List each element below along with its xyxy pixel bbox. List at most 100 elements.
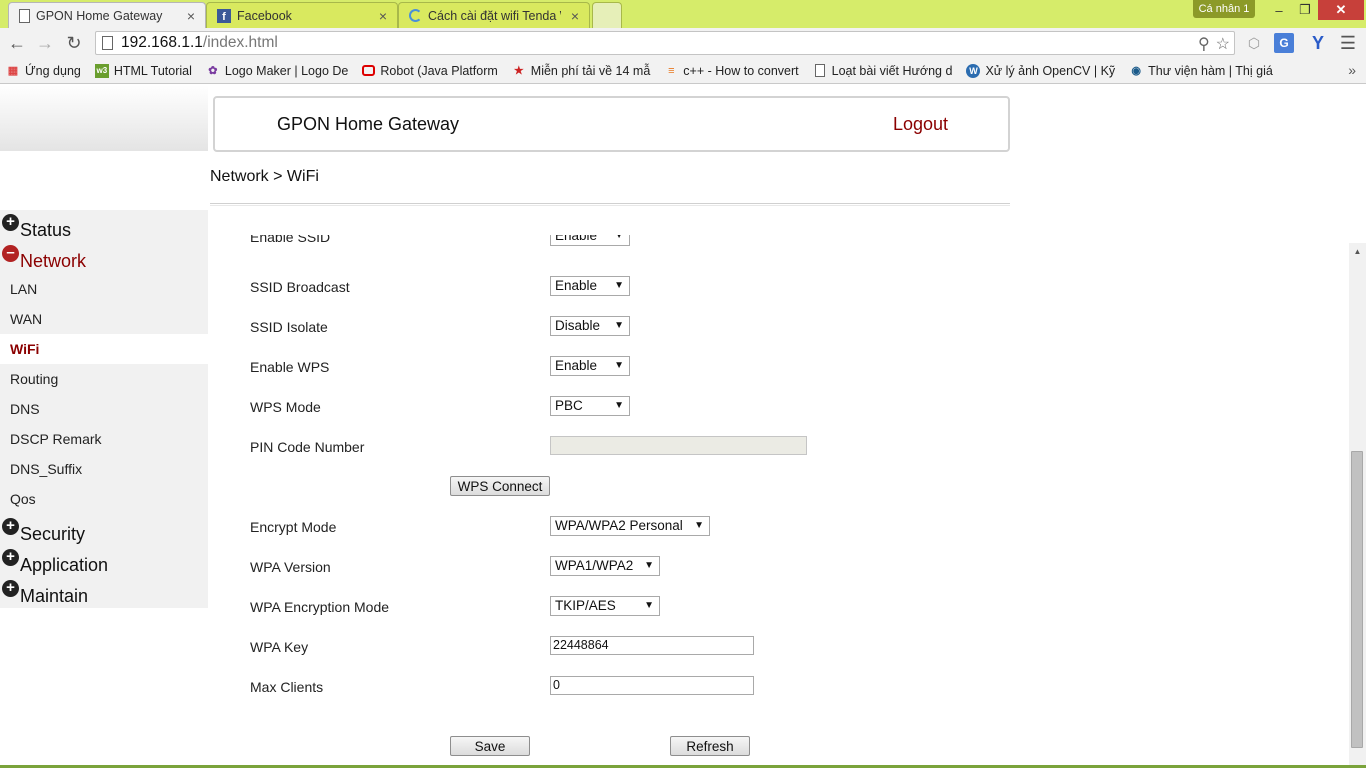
bookmark-star-icon[interactable]: ☆: [1216, 34, 1230, 54]
url-path: /index.html: [202, 34, 278, 51]
sidebar-item-maintain[interactable]: + Maintain: [0, 576, 208, 607]
tab-gpon[interactable]: GPON Home Gateway ×: [8, 2, 206, 28]
field-label: Max Clients: [250, 679, 324, 695]
plus-circle-icon: +: [2, 214, 19, 231]
close-icon[interactable]: ×: [187, 8, 195, 24]
scrollbar-thumb[interactable]: [1351, 451, 1363, 748]
refresh-button[interactable]: Refresh: [670, 736, 750, 756]
bookmark-html-tutorial[interactable]: w3 HTML Tutorial: [94, 63, 192, 78]
browser-toolbar: ← → ↻ 192.168.1.1/index.html ⚲ ☆ ⬡ G Y ☰: [0, 28, 1366, 58]
select-value: WPA1/WPA2: [555, 558, 634, 573]
plus-circle-icon: +: [2, 580, 19, 597]
bookmark-label: Xử lý ảnh OpenCV | Kỹ: [985, 63, 1116, 78]
sidebar-item-wifi[interactable]: WiFi: [0, 334, 208, 364]
form-row-wpa-key: WPA Key 22448864: [210, 636, 1010, 660]
pin-code-input[interactable]: [550, 436, 807, 455]
bookmark-label: Miễn phí tải về 14 mẫ: [530, 63, 651, 78]
sidebar-item-label: Network: [20, 251, 87, 271]
sidebar-item-dns[interactable]: DNS: [0, 394, 208, 424]
sidebar-item-label: Security: [20, 524, 86, 544]
apps-grid-icon: ▦: [7, 65, 19, 77]
close-icon[interactable]: ×: [571, 8, 579, 24]
enable-ssid-select[interactable]: Enable ▼: [550, 235, 630, 246]
field-label: Enable SSID: [250, 235, 331, 245]
tab-facebook[interactable]: f Facebook ×: [206, 2, 398, 28]
tab-title: Facebook: [237, 8, 292, 23]
dropdown-arrow-icon: ▼: [614, 280, 624, 291]
close-icon[interactable]: ×: [379, 8, 387, 24]
reload-icon[interactable]: ↻: [63, 32, 85, 54]
field-label: WPA Version: [250, 559, 331, 575]
logo-maker-icon: ✿: [208, 65, 218, 77]
select-value: PBC: [555, 398, 583, 413]
bookmark-loat-bai[interactable]: Loạt bài viết Hướng d: [813, 64, 952, 78]
sidebar-item-wan[interactable]: WAN: [0, 304, 208, 334]
bookmark-thu-vien[interactable]: ◉ Thư viện hàm | Thị giá: [1129, 64, 1272, 78]
bookmark-label: HTML Tutorial: [113, 63, 192, 78]
wps-mode-select[interactable]: PBC ▼: [550, 396, 630, 416]
encrypt-mode-select[interactable]: WPA/WPA2 Personal ▼: [550, 516, 710, 536]
select-value: Enable: [555, 358, 598, 373]
sidebar-item-security[interactable]: + Security: [0, 514, 208, 545]
sidebar-item-routing[interactable]: Routing: [0, 364, 208, 394]
tab-tenda[interactable]: Cách cài đặt wifi Tenda W ×: [398, 2, 590, 28]
target-icon: ◉: [1131, 65, 1141, 77]
menu-icon[interactable]: ☰: [1338, 33, 1358, 53]
chevron-right-icon[interactable]: »: [1348, 62, 1356, 78]
bookmark-robot-java[interactable]: Robot (Java Platform: [362, 64, 498, 78]
bookmark-opencv[interactable]: W Xử lý ảnh OpenCV | Kỹ: [966, 63, 1116, 78]
sidebar-item-status[interactable]: + Status: [0, 210, 208, 241]
sidebar-item-lan[interactable]: LAN: [0, 274, 208, 304]
dropdown-arrow-icon: ▼: [614, 320, 624, 331]
field-label: SSID Isolate: [250, 319, 328, 335]
profile-button[interactable]: Cá nhân 1: [1193, 0, 1255, 18]
key-icon[interactable]: ⚲: [1198, 34, 1210, 54]
forward-arrow-icon[interactable]: →: [34, 32, 56, 54]
new-tab-button[interactable]: [592, 2, 622, 28]
form-row-enable-ssid: Enable SSID Enable ▼: [210, 235, 1010, 250]
minimize-button[interactable]: –: [1266, 0, 1292, 20]
google-translate-icon[interactable]: G: [1274, 33, 1294, 53]
select-value: Enable: [555, 235, 598, 243]
bookmark-label: Ứng dụng: [25, 63, 81, 78]
bookmark-logo-maker[interactable]: ✿ Logo Maker | Logo De: [206, 64, 348, 78]
enable-wps-select[interactable]: Enable ▼: [550, 356, 630, 376]
back-arrow-icon[interactable]: ←: [6, 32, 28, 54]
ssid-broadcast-select[interactable]: Enable ▼: [550, 276, 630, 296]
field-label: PIN Code Number: [250, 439, 365, 455]
select-value: WPA/WPA2 Personal: [555, 518, 683, 533]
max-clients-input[interactable]: 0: [550, 676, 754, 695]
wpa-key-input[interactable]: 22448864: [550, 636, 754, 655]
bookmark-apps[interactable]: ▦ Ứng dụng: [6, 64, 81, 78]
ssid-isolate-select[interactable]: Disable ▼: [550, 316, 630, 336]
form-row-wps-mode: WPS Mode PBC ▼: [210, 396, 1010, 420]
sidebar-item-network[interactable]: – Network: [0, 241, 208, 272]
scrollbar[interactable]: ▲: [1349, 243, 1366, 768]
sidebar-item-application[interactable]: + Application: [0, 545, 208, 576]
bookmark-mien-phi[interactable]: ★ Miễn phí tải về 14 mẫ: [512, 63, 651, 78]
sidebar-item-qos[interactable]: Qos: [0, 484, 208, 514]
breadcrumb: Network > WiFi: [210, 168, 319, 185]
save-button[interactable]: Save: [450, 736, 530, 756]
address-bar[interactable]: 192.168.1.1/index.html ⚲ ☆: [95, 31, 1235, 55]
y-extension-icon[interactable]: Y: [1308, 33, 1328, 53]
dropdown-arrow-icon: ▼: [614, 235, 624, 241]
extension-cube-icon[interactable]: ⬡: [1244, 33, 1264, 53]
field-label: WPA Encryption Mode: [250, 599, 390, 615]
wpa-version-select[interactable]: WPA1/WPA2 ▼: [550, 556, 660, 576]
plus-circle-icon: +: [2, 518, 19, 535]
stackoverflow-icon: ≡: [668, 64, 675, 77]
scroll-up-arrow-icon[interactable]: ▲: [1349, 243, 1366, 259]
logout-link[interactable]: Logout: [893, 114, 948, 135]
bookmark-cpp[interactable]: ≡ c++ - How to convert: [664, 64, 799, 78]
tab-title: GPON Home Gateway: [36, 8, 163, 23]
maximize-button[interactable]: ❐: [1292, 0, 1318, 20]
window-close-button[interactable]: ✕: [1318, 0, 1364, 20]
form-row-wpa-version: WPA Version WPA1/WPA2 ▼: [210, 556, 1010, 580]
wpa-encryption-select[interactable]: TKIP/AES ▼: [550, 596, 660, 616]
sidebar-item-dscp-remark[interactable]: DSCP Remark: [0, 424, 208, 454]
sidebar-item-dns-suffix[interactable]: DNS_Suffix: [0, 454, 208, 484]
url-host: 192.168.1.1: [121, 34, 203, 51]
form-row-encrypt-mode: Encrypt Mode WPA/WPA2 Personal ▼: [210, 516, 1010, 540]
wps-connect-button[interactable]: WPS Connect: [450, 476, 550, 496]
